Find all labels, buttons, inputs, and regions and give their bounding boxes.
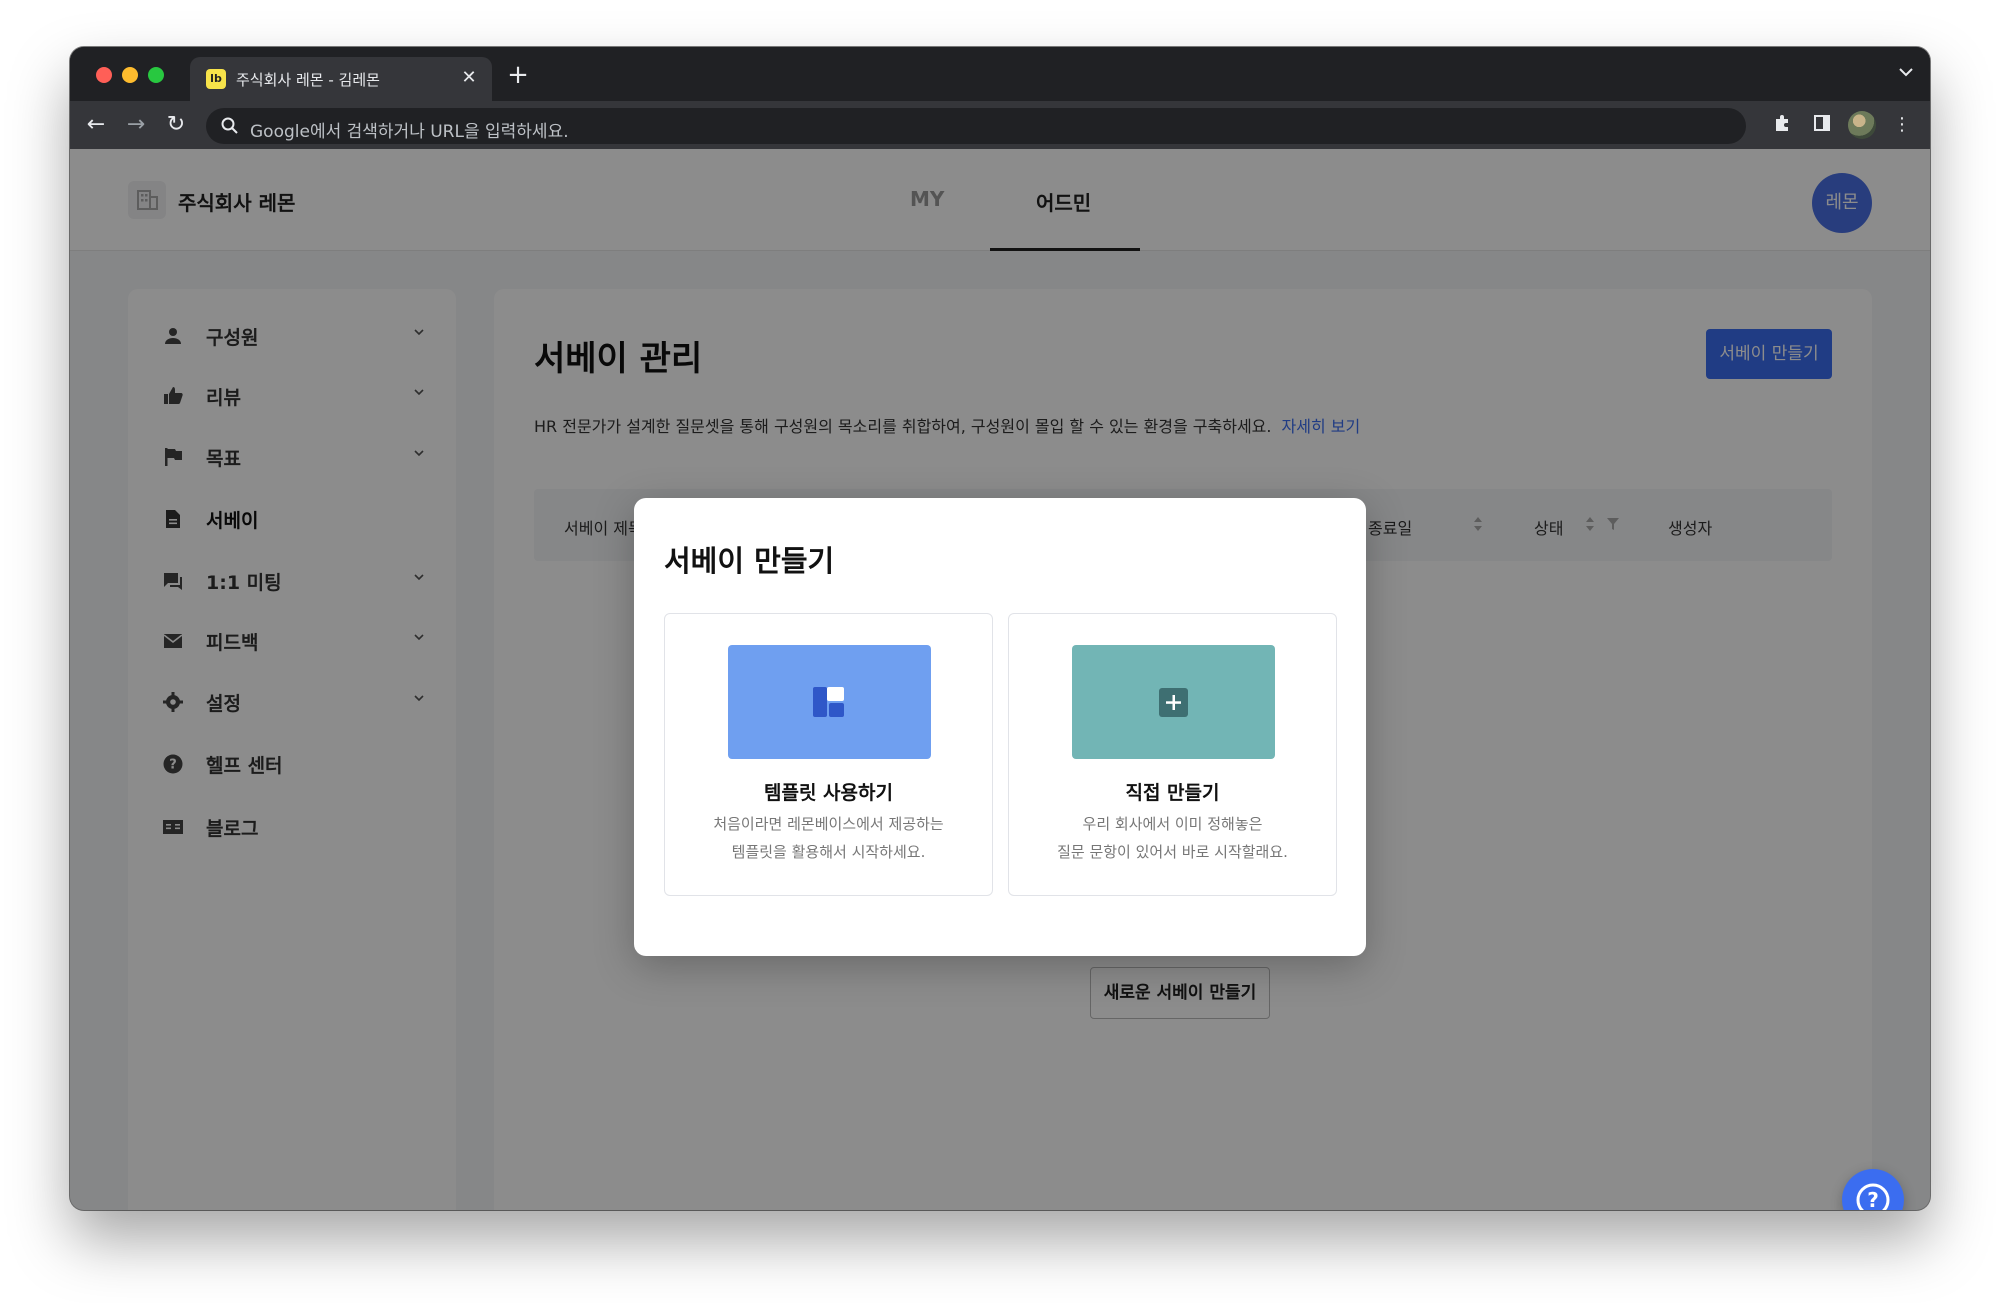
tab-search-chevron-icon[interactable] [1898,63,1914,82]
back-icon[interactable]: ← [82,111,110,139]
address-placeholder: Google에서 검색하거나 URL을 입력하세요. [250,122,569,142]
manual-illustration [1072,645,1275,759]
extensions-icon[interactable] [1770,113,1794,137]
tab-title: 주식회사 레몬 - 김레몬 [236,71,380,89]
create-manually-option[interactable]: 직접 만들기 우리 회사에서 이미 정해놓은 질문 문항이 있어서 바로 시작할… [1008,613,1337,896]
plus-icon [1159,688,1188,717]
page: 주식회사 레몬 MY 어드민 레몬 구성원 리뷰 목표 서베이 1:1 미팅 피… [70,149,1930,1210]
option-title: 템플릿 사용하기 [764,782,893,804]
browser-tab[interactable]: lb 주식회사 레몬 - 김레몬 ✕ [190,57,492,101]
reload-icon[interactable]: ↻ [162,111,190,139]
tab-strip: lb 주식회사 레몬 - 김레몬 ✕ + [70,47,1930,101]
create-survey-modal: 서베이 만들기 템플릿 사용하기 처음이라면 레몬베이스에서 제공하는 템플릿을… [634,498,1366,956]
use-template-option[interactable]: 템플릿 사용하기 처음이라면 레몬베이스에서 제공하는 템플릿을 활용해서 시작… [664,613,993,896]
maximize-window-button[interactable] [148,67,164,83]
help-chat-button[interactable]: ? [1842,1169,1904,1210]
template-icon [813,687,844,717]
minimize-window-button[interactable] [122,67,138,83]
option-title: 직접 만들기 [1125,782,1220,804]
browser-window: lb 주식회사 레몬 - 김레몬 ✕ + ← → ↻ Google에서 검색하거… [70,47,1930,1210]
side-panel-icon[interactable] [1810,113,1834,137]
favicon-icon: lb [206,69,226,89]
option-description: 처음이라면 레몬베이스에서 제공하는 템플릿을 활용해서 시작하세요. [713,815,944,861]
close-window-button[interactable] [96,67,112,83]
help-icon: ? [1856,1183,1890,1210]
template-illustration [728,645,931,759]
new-tab-button[interactable]: + [504,61,532,89]
browser-toolbar: ← → ↻ Google에서 검색하거나 URL을 입력하세요. ⋮ [70,101,1930,149]
modal-title: 서베이 만들기 [664,544,835,578]
option-description: 우리 회사에서 이미 정해놓은 질문 문항이 있어서 바로 시작할래요. [1057,815,1288,861]
profile-avatar-icon[interactable] [1848,111,1876,139]
close-tab-icon[interactable]: ✕ [458,67,480,89]
svg-text:?: ? [1867,1188,1879,1210]
forward-icon[interactable]: → [122,111,150,139]
address-bar[interactable]: Google에서 검색하거나 URL을 입력하세요. [206,108,1746,144]
more-menu-icon[interactable]: ⋮ [1890,113,1914,137]
search-icon [221,117,238,134]
